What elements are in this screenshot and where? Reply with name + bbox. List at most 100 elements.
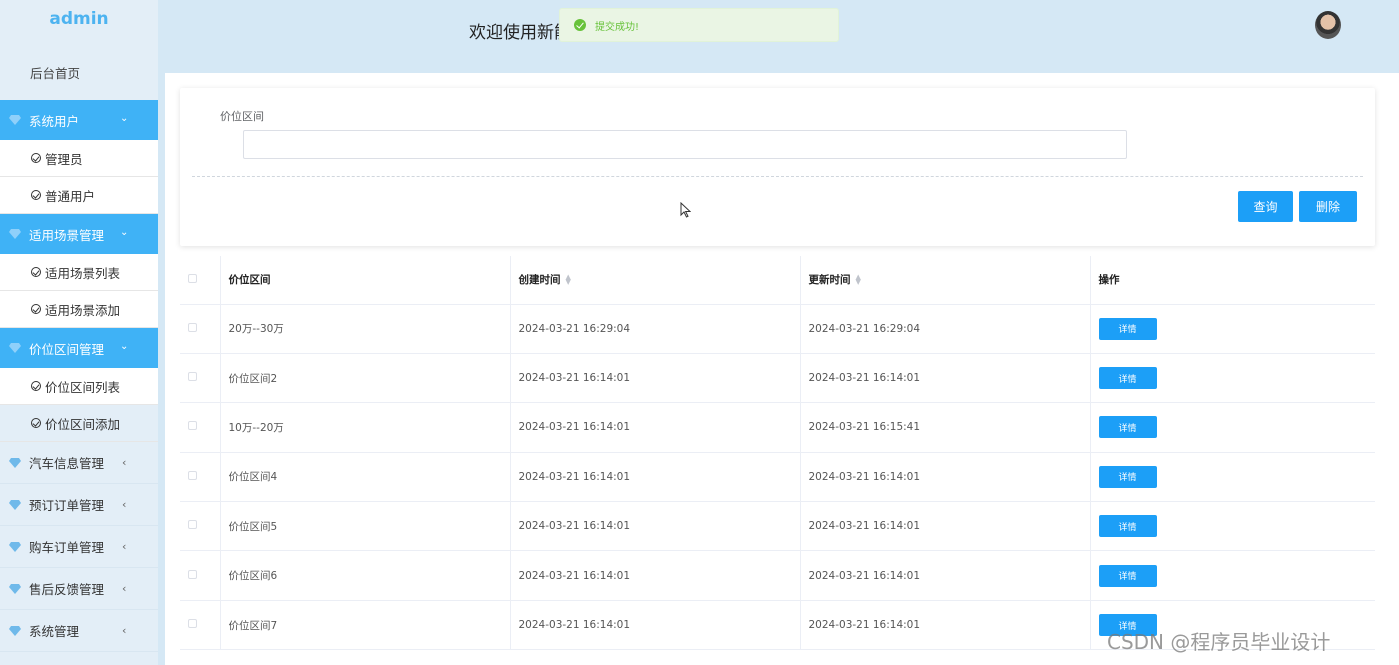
price-range-table: 价位区间 创建时间 ▲ ▼ 更新时间 ▲ ▼ 操作 20万--30万 2024-03-21… [180,256,1375,651]
chevron-down-icon: ⌄ [120,341,129,352]
cell-actions: 详情 [1090,501,1375,552]
cell-created-time: 2024-03-21 16:14:01 [510,452,801,503]
diamond-icon [9,541,21,552]
sidebar-item-reservation[interactable]: 预订订单管理 ‹ [0,484,158,526]
watermark: CSDN @程序员毕业设计 [1107,630,1331,654]
sidebar-item-price-add[interactable]: 价位区间添加 [0,405,158,442]
table-header-row: 价位区间 创建时间 ▲ ▼ 更新时间 ▲ ▼ 操作 [180,256,1375,305]
table-row: 价位区间2 2024-03-21 16:14:01 2024-03-21 16:14… [180,353,1375,404]
cell-price-range: 10万--20万 [220,402,511,453]
cell-actions: 详情 [1090,353,1375,404]
column-header-label: 创建时间 [518,274,561,287]
sidebar-item-label: 适用场景列表 [45,265,121,281]
sidebar-item-price-list[interactable]: 价位区间列表 [0,368,158,405]
diamond-icon [9,229,21,239]
delete-button[interactable]: 删除 [1299,191,1357,222]
detail-button[interactable]: 详情 [1098,367,1157,390]
cell-price-range: 价位区间7 [220,600,511,651]
price-range-search-input[interactable] [243,130,1127,159]
check-circle-icon [31,190,41,200]
select-all-checkbox[interactable] [188,273,197,283]
check-circle-icon [31,304,41,314]
cell-actions: 详情 [1090,402,1375,453]
detail-button[interactable]: 详情 [1098,465,1157,488]
chevron-left-icon: ‹ [122,582,127,595]
sidebar-item-system[interactable]: 系统管理 ‹ [0,610,158,652]
row-select-cell [180,353,221,404]
row-checkbox[interactable] [188,520,197,530]
sort-icon[interactable]: ▲ ▼ [566,274,571,286]
row-checkbox[interactable] [188,569,197,579]
sidebar-item-car-info[interactable]: 汽车信息管理 ‹ [0,442,158,484]
query-button[interactable]: 查询 [1238,191,1293,222]
sidebar-item-scene-list[interactable]: 适用场景列表 [0,254,158,291]
cell-actions: 详情 [1090,304,1375,354]
row-select-cell [180,501,221,552]
diamond-icon [9,115,21,125]
detail-button[interactable]: 详情 [1098,317,1157,340]
chevron-left-icon: ‹ [122,540,127,553]
cell-created-time: 2024-03-21 16:14:01 [510,501,801,552]
main-content: 价位区间 查询 删除 价位区间 创建时间 ▲ ▼ 更新时间 ▲ ▼ 操作 20万--30… [165,73,1399,665]
sidebar-item-label: 汽车信息管理 [29,456,105,471]
cell-updated-time: 2024-03-21 16:29:04 [800,304,1091,354]
column-header-created[interactable]: 创建时间 ▲ ▼ [510,256,801,305]
success-toast: 提交成功! [559,8,839,42]
sidebar-group-price-range[interactable]: 价位区间管理 ⌄ [0,328,158,368]
detail-button[interactable]: 详情 [1098,564,1157,587]
cell-price-range: 价位区间4 [220,452,511,503]
table-row: 价位区间6 2024-03-21 16:14:01 2024-03-21 16:14… [180,550,1375,601]
cell-created-time: 2024-03-21 16:14:01 [510,550,801,601]
cell-updated-time: 2024-03-21 16:14:01 [800,452,1091,503]
logo: admin [49,9,109,29]
sidebar-item-scene-add[interactable]: 适用场景添加 [0,291,158,328]
search-label: 价位区间 [220,110,264,123]
check-circle-icon [31,267,41,277]
page-title: 欢迎使用新能 [469,23,571,43]
sidebar-item-home[interactable]: 后台首页 [0,40,158,100]
detail-button[interactable]: 详情 [1098,416,1157,439]
diamond-icon [9,457,21,468]
sidebar-item-label: 系统管理 [29,624,80,639]
column-header-updated[interactable]: 更新时间 ▲ ▼ [800,256,1091,305]
row-checkbox[interactable] [188,372,197,382]
chevron-down-icon: ⌄ [120,113,129,124]
sidebar-group-system-users[interactable]: 系统用户 ⌄ [0,100,158,140]
sidebar-item-label: 预订订单管理 [29,498,105,513]
sidebar-group-scene[interactable]: 适用场景管理 ⌄ [0,214,158,254]
row-checkbox[interactable] [188,470,197,480]
row-select-cell [180,452,221,503]
sidebar-item-label: 适用场景添加 [45,302,121,318]
sidebar-item-normal-user[interactable]: 普通用户 [0,177,158,214]
sidebar-item-admin[interactable]: 管理员 [0,140,158,177]
avatar[interactable] [1315,11,1341,39]
mouse-cursor-icon [680,202,691,218]
success-icon [574,19,586,31]
row-select-cell [180,550,221,601]
divider [192,176,1363,177]
sidebar-group-label: 适用场景管理 [29,227,105,243]
sidebar-item-label: 价位区间列表 [45,379,121,395]
sort-icon[interactable]: ▲ ▼ [856,274,861,286]
sidebar-item-purchase[interactable]: 购车订单管理 ‹ [0,526,158,568]
diamond-icon [9,343,21,353]
search-panel: 价位区间 查询 删除 [180,88,1375,246]
table-row: 价位区间5 2024-03-21 16:14:01 2024-03-21 16:14… [180,501,1375,552]
row-checkbox[interactable] [188,322,197,332]
chevron-left-icon: ‹ [122,498,127,511]
row-checkbox[interactable] [188,421,197,431]
check-circle-icon [31,418,41,428]
check-circle-icon [31,153,41,163]
detail-button[interactable]: 详情 [1098,515,1157,538]
sidebar-item-feedback[interactable]: 售后反馈管理 ‹ [0,568,158,610]
table-row: 10万--20万 2024-03-21 16:14:01 2024-03-21 16… [180,402,1375,453]
cell-price-range: 价位区间5 [220,501,511,552]
cell-created-time: 2024-03-21 16:14:01 [510,353,801,404]
table-row: 20万--30万 2024-03-21 16:29:04 2024-03-21 16… [180,304,1375,354]
diamond-icon [9,499,21,510]
column-header-label: 更新时间 [808,274,851,287]
cell-actions: 详情 [1090,550,1375,601]
sidebar-group-label: 价位区间管理 [29,341,105,357]
check-circle-icon [31,381,41,391]
row-checkbox[interactable] [188,619,197,629]
